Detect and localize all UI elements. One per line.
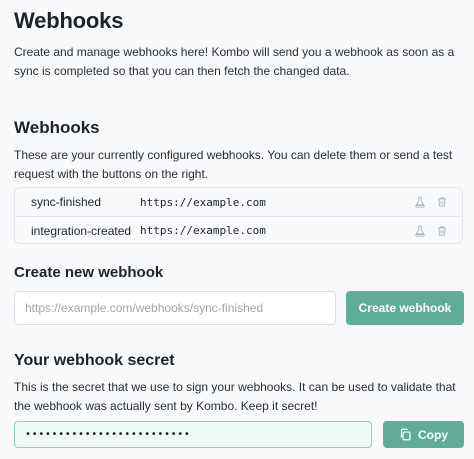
page-title: Webhooks [14,8,124,33]
webhook-secret-value: ••••••••••••••••••••••••• [25,429,191,440]
copy-label: Copy [418,427,448,442]
webhook-secret-description: This is the secret that we use to sign y… [14,380,456,413]
row-actions [414,225,448,237]
webhooks-page: Webhooks Create and manage webhooks here… [0,0,474,459]
table-row: sync-finished https://example.com [15,188,462,216]
row-actions [414,196,448,208]
trash-icon[interactable] [436,225,448,237]
webhooks-table: sync-finished https://example.com integr… [14,187,463,244]
trash-icon[interactable] [436,196,448,208]
webhook-url: https://example.com [140,224,266,237]
webhooks-description: These are your currently configured webh… [14,148,453,181]
flask-icon[interactable] [414,196,426,208]
webhooks-heading: Webhooks [14,118,100,137]
webhook-url: https://example.com [140,195,266,209]
webhook-secret-heading: Your webhook secret [14,352,175,369]
webhook-name: sync-finished [31,195,102,209]
webhook-secret-field[interactable]: ••••••••••••••••••••••••• [14,421,372,448]
copy-icon [399,428,412,441]
create-webhook-heading: Create new webhook [14,264,164,281]
copy-secret-button[interactable]: Copy [383,421,464,448]
table-row: integration-created https://example.com [15,216,462,244]
webhook-name: integration-created [31,223,132,238]
create-webhook-button[interactable]: Create webhook [346,291,464,325]
flask-icon[interactable] [414,225,426,237]
page-intro: Create and manage webhooks here! Kombo w… [14,45,455,78]
webhook-url-input[interactable] [14,291,336,325]
